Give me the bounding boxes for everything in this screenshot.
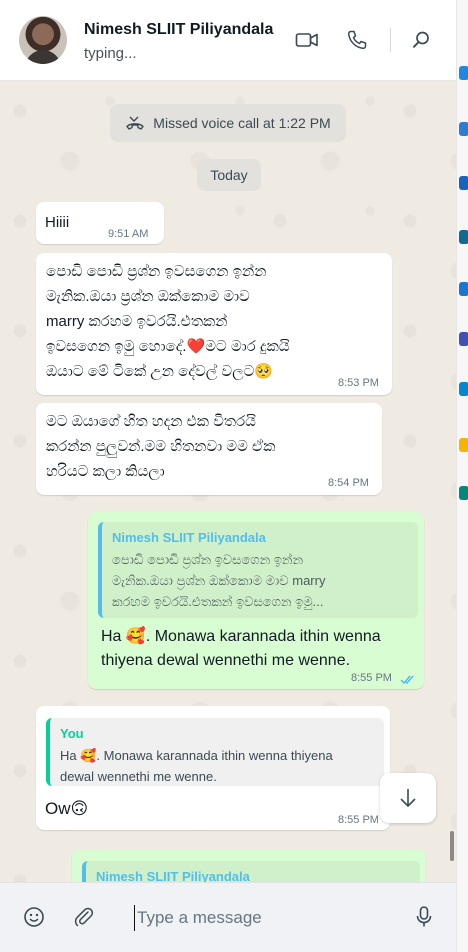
message-list[interactable]: Missed voice call at 1:22 PM Today Hiiii…: [0, 81, 456, 911]
paperclip-icon[interactable]: [72, 905, 96, 929]
message-line: හරියට කලා කියලා: [46, 463, 165, 480]
voice-call-icon[interactable]: [345, 28, 369, 52]
chevron-down-icon: [398, 787, 418, 809]
app-icon: [459, 382, 468, 396]
whatsapp-window: Nimesh SLIIT Piliyandala typing... Misse…: [0, 0, 456, 952]
message-text: Hiiii: [45, 214, 70, 231]
avatar-shirt: [25, 50, 61, 64]
message-composer: Type a message: [0, 882, 456, 952]
scroll-to-bottom-button[interactable]: [380, 773, 436, 823]
contact-name[interactable]: Nimesh SLIIT Piliyandala: [84, 21, 273, 39]
emoji-icon[interactable]: [22, 905, 46, 929]
app-icon: [459, 230, 468, 244]
incoming-message[interactable]: Hiiii 9:51 AM: [36, 202, 164, 244]
app-icon: [459, 66, 468, 80]
message-line: පොඩි පොඩි ප්‍රශ්න ඉවසගෙන ඉන්න: [46, 263, 267, 280]
message-line: මට ඔයාගේ හිත හදන එක විතරයි: [46, 413, 256, 430]
message-line: ඉවසගෙන ඉමු හොදේ.❤️මට මාර දුකයි: [46, 338, 290, 355]
date-divider: Today: [197, 159, 261, 191]
search-icon[interactable]: [409, 28, 433, 52]
chat-header[interactable]: Nimesh SLIIT Piliyandala typing...: [0, 0, 456, 81]
app-icon: [459, 332, 468, 346]
app-icon: [459, 438, 468, 452]
quoted-line: පොඩි පොඩි ප්‍රශ්න ඉවසගෙන ඉන්න: [112, 552, 304, 567]
app-icon: [459, 486, 468, 500]
message-input[interactable]: Type a message: [134, 905, 387, 931]
missed-call-icon: [125, 115, 145, 131]
quoted-line: dewal wennethi me wenne.: [60, 769, 217, 784]
scrollbar-thumb[interactable]: [450, 831, 454, 861]
message-time: 8:55 PM: [338, 814, 379, 826]
app-icon: [459, 122, 468, 136]
contact-status: typing...: [84, 45, 137, 62]
incoming-message[interactable]: You Ha 🥰. Monawa karannada ithin wenna t…: [36, 706, 390, 830]
quoted-author: You: [60, 726, 84, 741]
quoted-line: මැනික.ඔයා ප්‍රශ්න ඔක්කොම මාව marry: [112, 573, 326, 588]
microphone-icon[interactable]: [412, 905, 436, 929]
quoted-line: Ha 🥰. Monawa karannada ithin wenna thiye…: [60, 748, 333, 763]
quoted-message[interactable]: You Ha 🥰. Monawa karannada ithin wenna t…: [46, 718, 384, 786]
app-icon: [459, 282, 468, 296]
message-line: thiyena dewal wennethi me wenne.: [101, 652, 351, 669]
quoted-line: කරහම ඉවරයි.එතකන් ඉවසගෙන ඉමු...: [112, 594, 324, 609]
app-icon: [459, 176, 468, 190]
message-time: 8:53 PM: [338, 377, 379, 389]
message-line: Ha 🥰. Monawa karannada ithin wenna: [101, 628, 381, 645]
message-line: කරන්න පුලුවන්.මම හිතනවා මම ඒක: [46, 438, 276, 455]
header-divider: [390, 28, 391, 52]
quoted-author: Nimesh SLIIT Piliyandala: [112, 530, 266, 545]
quoted-message[interactable]: Nimesh SLIIT Piliyandala පොඩි පොඩි ප්‍රශ…: [98, 522, 418, 618]
incoming-message[interactable]: මට ඔයාගේ හිත හදන එක විතරයි කරන්න පුලුවන්…: [36, 403, 382, 495]
message-time: 8:54 PM: [328, 477, 369, 489]
double-check-icon: [400, 672, 416, 690]
message-time: 9:51 AM: [108, 228, 149, 240]
missed-call-notice[interactable]: Missed voice call at 1:22 PM: [110, 104, 346, 142]
outgoing-message[interactable]: Nimesh SLIIT Piliyandala පොඩි පොඩි ප්‍රශ…: [88, 512, 424, 689]
message-text: Ow🙃: [45, 799, 89, 818]
message-line: මැනික.ඔයා ප්‍රශ්න ඔක්කොම මාව: [46, 288, 250, 305]
missed-call-text: Missed voice call at 1:22 PM: [153, 115, 331, 131]
message-line: ඔයාට මේ ටිකේ උන දේවල් වලට🥺: [46, 363, 274, 380]
avatar[interactable]: [19, 16, 67, 64]
message-time: 8:55 PM: [351, 672, 392, 684]
incoming-message[interactable]: පොඩි පොඩි ප්‍රශ්න ඉවසගෙන ඉන්න මැනික.ඔයා …: [36, 253, 392, 395]
message-line: marry කරහම ඉවරයි.එතකන්: [46, 313, 228, 330]
adjacent-window-strip: [456, 0, 468, 952]
video-call-icon[interactable]: [295, 28, 319, 52]
